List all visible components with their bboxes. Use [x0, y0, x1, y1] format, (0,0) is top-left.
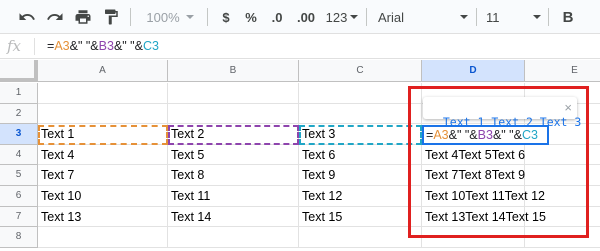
fx-icon: fx: [7, 37, 22, 55]
cell-c6[interactable]: Text 12: [299, 186, 422, 207]
column-header-c[interactable]: C: [299, 60, 422, 82]
column-header-a[interactable]: A: [38, 60, 168, 82]
zoom-select[interactable]: 100%: [140, 5, 200, 29]
formula-token: &" "&: [448, 128, 478, 142]
toolbar-divider: [476, 8, 477, 26]
cell-c4[interactable]: Text 6: [299, 144, 422, 166]
formula-ref-c3: C3: [142, 39, 159, 53]
cell-b4[interactable]: Text 5: [168, 144, 299, 166]
row-header-1[interactable]: 1: [0, 83, 38, 104]
cell-b1[interactable]: [168, 83, 299, 104]
cell-a5[interactable]: Text 7: [38, 165, 168, 186]
formula-token: &" "&: [492, 128, 522, 142]
cell-b3[interactable]: Text 2: [168, 124, 299, 145]
column-header-b[interactable]: B: [168, 60, 299, 82]
cell-a7[interactable]: Text 13: [38, 206, 168, 228]
formula-ref-b3: B3: [98, 39, 114, 53]
chevron-down-icon: [185, 15, 194, 19]
font-size-select[interactable]: 11: [486, 5, 541, 29]
cell-b2[interactable]: [168, 103, 299, 125]
cell-e7[interactable]: [525, 207, 600, 228]
formula-bar: fx =A3&" "&B3&" "&C3: [0, 34, 600, 59]
increase-decimals-button[interactable]: .00: [292, 5, 320, 29]
toolbar-divider: [366, 8, 367, 26]
cell-e8[interactable]: [525, 227, 600, 248]
cell-a1[interactable]: [38, 83, 168, 104]
cell-a6[interactable]: Text 10: [38, 186, 168, 207]
formula-ref-a3: A3: [54, 39, 70, 53]
toolbar-divider: [548, 8, 549, 26]
formula-token: &" "&: [113, 39, 143, 53]
formula-token: &" "&: [69, 39, 99, 53]
font-value: Arial: [378, 9, 405, 25]
paint-format-icon[interactable]: [98, 5, 124, 29]
column-header-d[interactable]: D: [422, 60, 525, 82]
cell-a2[interactable]: [38, 103, 168, 125]
font-select[interactable]: Arial: [378, 5, 468, 29]
cell-c8[interactable]: [299, 227, 422, 248]
cell-c7[interactable]: Text 15: [299, 206, 422, 228]
toolbar-divider: [207, 8, 208, 26]
cell-b5[interactable]: Text 8: [168, 165, 299, 186]
percent-button[interactable]: %: [240, 5, 262, 29]
cell-a4[interactable]: Text 4: [38, 144, 168, 166]
formula-ref-c3: C3: [521, 128, 538, 142]
toolbar: 100% $ % .0 .00 123 Arial 11 B: [0, 0, 600, 34]
cell-b6[interactable]: Text 11: [168, 186, 299, 207]
row-header-3[interactable]: 3: [0, 124, 38, 145]
cell-d7[interactable]: Text 13Text 14Text 15: [422, 206, 546, 228]
toolbar-divider: [130, 8, 131, 26]
column-header-e[interactable]: E: [525, 60, 600, 82]
row-header-4[interactable]: 4: [0, 144, 38, 166]
close-icon[interactable]: ×: [564, 100, 572, 115]
row-header-5[interactable]: 5: [0, 165, 38, 186]
formula-ref-b3: B3: [477, 128, 493, 142]
formula-preview-tooltip: Text 1 Text 2 Text 3 ×: [423, 97, 581, 129]
cell-e6[interactable]: [525, 186, 600, 207]
formula-bar-divider: [34, 38, 35, 55]
redo-icon[interactable]: [42, 5, 68, 29]
chevron-down-icon: [350, 15, 359, 19]
print-icon[interactable]: [70, 5, 96, 29]
cell-b7[interactable]: Text 14: [168, 206, 299, 228]
select-all-corner[interactable]: [0, 60, 38, 82]
currency-button[interactable]: $: [215, 5, 237, 29]
formula-preview-text: Text 1 Text 2 Text 3: [442, 115, 582, 129]
row-header-8[interactable]: 8: [0, 227, 38, 248]
cell-c5[interactable]: Text 9: [299, 165, 422, 186]
more-formats-select[interactable]: 123: [324, 5, 360, 29]
cell-c1[interactable]: [299, 83, 422, 104]
cell-e5[interactable]: [525, 165, 600, 186]
row-header-2[interactable]: 2: [0, 103, 38, 125]
cell-c3[interactable]: Text 3: [299, 124, 422, 145]
cell-d6[interactable]: Text 10Text 11Text 12: [422, 186, 545, 207]
cell-e4[interactable]: [525, 145, 600, 166]
cell-d8[interactable]: [422, 227, 525, 248]
formula-input[interactable]: =A3&" "&B3&" "&C3: [47, 39, 159, 53]
bold-button[interactable]: B: [556, 5, 580, 29]
cell-d5[interactable]: Text 7Text 8Text 9: [422, 165, 525, 186]
cell-a8[interactable]: [38, 227, 168, 248]
cell-d4[interactable]: Text 4Text 5Text 6: [422, 144, 525, 166]
decrease-decimals-button[interactable]: .0: [266, 5, 288, 29]
cell-a3[interactable]: Text 1: [38, 124, 168, 145]
row-header-7[interactable]: 7: [0, 206, 38, 228]
more-formats-label: 123: [325, 9, 348, 25]
chevron-down-icon: [460, 15, 468, 19]
cell-b8[interactable]: [168, 227, 299, 248]
font-size-value: 11: [486, 9, 500, 25]
zoom-value: 100%: [146, 9, 180, 25]
chevron-down-icon: [533, 15, 541, 19]
undo-icon[interactable]: [14, 5, 40, 29]
cell-c2[interactable]: [299, 103, 422, 125]
row-header-6[interactable]: 6: [0, 186, 38, 207]
